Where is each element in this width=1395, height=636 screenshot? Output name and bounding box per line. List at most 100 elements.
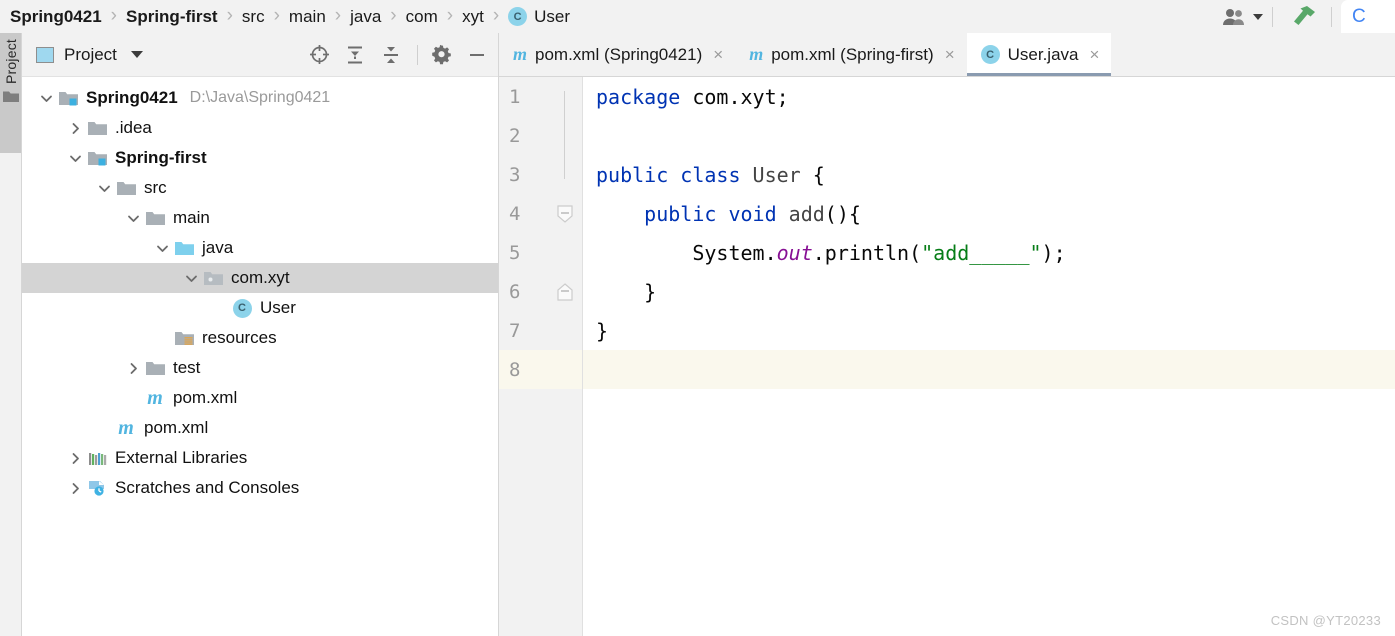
code-line[interactable]: System. out .println("add_____"); [583, 233, 1395, 272]
tree-node-resources[interactable]: resources [22, 323, 498, 353]
tree-node-src[interactable]: src [22, 173, 498, 203]
toolbar-divider [1272, 6, 1273, 27]
tree-node-label: Spring-first [115, 148, 207, 167]
breadcrumb-item-xyt[interactable]: xyt [460, 7, 486, 27]
chevron-down-icon[interactable] [36, 83, 56, 113]
breadcrumb-item-user[interactable]: C User [506, 7, 572, 27]
code-line[interactable]: public class User { [583, 155, 1395, 194]
close-icon[interactable]: × [945, 46, 955, 63]
editor-tab-pom-xml-spring0421-[interactable]: m pom.xml (Spring0421) × [499, 33, 736, 76]
tree-node-pom-xml[interactable]: m pom.xml [22, 383, 498, 413]
tree-arrow-spacer [123, 383, 143, 413]
code-token-kw: public class [596, 162, 753, 187]
class-icon: C [508, 7, 528, 26]
tree-node-pom-xml[interactable]: m pom.xml [22, 413, 498, 443]
chevron-down-icon-svg [40, 95, 52, 102]
breadcrumb-item-src[interactable]: src [240, 7, 267, 27]
editor-gutter[interactable]: 12345678 [499, 77, 583, 636]
editor-tab-pom-xml-spring-first-[interactable]: m pom.xml (Spring-first) × [735, 33, 967, 76]
stripe-button-project[interactable]: Project [0, 33, 21, 153]
tree-node-label: .idea [115, 118, 152, 137]
code-lines[interactable]: package com.xyt; public class User { pub… [583, 77, 1395, 636]
tree-node-label: java [202, 238, 234, 257]
chevron-down-icon-svg [127, 215, 139, 222]
chevron-down-icon[interactable] [152, 233, 172, 263]
close-icon[interactable]: × [1090, 46, 1100, 63]
folder-icon [116, 181, 136, 195]
panel-toolbar-divider [417, 44, 418, 65]
fold-collapse-end-icon[interactable] [556, 283, 574, 301]
breadcrumb-item-spring0421[interactable]: Spring0421 [8, 7, 104, 27]
code-line[interactable] [583, 116, 1395, 155]
locate-icon[interactable] [306, 42, 332, 68]
people-icon[interactable] [1222, 7, 1263, 27]
breadcrumb-separator: › [273, 5, 280, 26]
expand-all-icon[interactable] [342, 42, 368, 68]
breadcrumb-label: User [534, 6, 571, 26]
tree-node-spring-first[interactable]: Spring-first [22, 143, 498, 173]
fold-column[interactable] [548, 77, 582, 636]
editor-tab-user-java[interactable]: C User.java × [966, 33, 1112, 76]
chevron-right-icon[interactable] [65, 113, 85, 143]
fold-marker-svg [557, 205, 573, 223]
code-token-ident: User [752, 162, 813, 187]
chevron-down-icon[interactable] [130, 51, 143, 58]
fold-marker-svg [557, 283, 573, 301]
project-tree[interactable]: Spring0421 D:\Java\Spring0421 .idea Spring-… [22, 77, 498, 636]
maven-icon: m [147, 387, 163, 409]
tree-node-user[interactable]: C User [22, 293, 498, 323]
people-icon-svg [1223, 8, 1244, 25]
code-line[interactable] [583, 350, 1395, 389]
chevron-right-icon[interactable] [65, 443, 85, 473]
breadcrumb-item-spring-first[interactable]: Spring-first [124, 7, 220, 27]
code-line[interactable]: } [583, 311, 1395, 350]
breadcrumb-item-java[interactable]: java [348, 7, 383, 27]
libraries-icon [88, 452, 106, 465]
hide-icon[interactable] [464, 42, 490, 68]
tree-node-scratches-and-consoles[interactable]: Scratches and Consoles [22, 473, 498, 503]
code-editor[interactable]: 12345678 package com.xyt; public class U… [499, 77, 1395, 636]
chevron-right-icon[interactable] [123, 353, 143, 383]
class-icon: C [232, 298, 252, 318]
code-line[interactable]: package com.xyt; [583, 77, 1395, 116]
tree-node-label: pom.xml [144, 418, 209, 437]
breadcrumb-item-com[interactable]: com [404, 7, 440, 27]
toolbar-right-group: C [1222, 0, 1395, 33]
tree-node-external-libraries[interactable]: External Libraries [22, 443, 498, 473]
chevron-down-icon[interactable] [65, 143, 85, 173]
collapse-all-icon[interactable] [378, 42, 404, 68]
resources-folder-icon [172, 331, 196, 346]
tree-arrow-spacer [152, 323, 172, 353]
breadcrumb-item-main[interactable]: main [287, 7, 328, 27]
tree-node--idea[interactable]: .idea [22, 113, 498, 143]
breadcrumb-separator: › [446, 5, 454, 26]
tree-node-label: com.xyt [231, 268, 290, 287]
tree-node-main[interactable]: main [22, 203, 498, 233]
chevron-right-icon-svg [130, 362, 137, 374]
tree-node-test[interactable]: test [22, 353, 498, 383]
folder-icon [85, 121, 109, 136]
chevron-down-icon[interactable] [181, 263, 201, 293]
build-button[interactable] [1282, 4, 1322, 30]
code-line[interactable]: } [583, 272, 1395, 311]
tree-node-java[interactable]: java [22, 233, 498, 263]
fold-collapse-start-icon[interactable] [556, 205, 574, 223]
chevron-down-icon[interactable] [94, 173, 114, 203]
browser-tab-edge[interactable]: C [1341, 0, 1395, 33]
libraries-icon [85, 451, 109, 466]
chevron-right-icon[interactable] [65, 473, 85, 503]
close-icon[interactable]: × [713, 46, 723, 63]
tree-node-spring0421[interactable]: Spring0421 D:\Java\Spring0421 [22, 83, 498, 113]
tree-node-label: main [173, 208, 210, 227]
project-panel-title: Project [64, 44, 117, 64]
chevron-right-icon-svg [72, 122, 79, 134]
tree-node-com-xyt[interactable]: com.xyt [22, 263, 498, 293]
code-line[interactable]: public void add(){ [583, 194, 1395, 233]
code-token-plain: { [812, 162, 825, 187]
settings-gear-icon[interactable] [428, 42, 454, 68]
folder-icon [87, 121, 107, 135]
tree-arrow-spacer [94, 413, 114, 443]
breadcrumb-label: Spring0421 [10, 6, 102, 26]
chevron-down-icon[interactable] [123, 203, 143, 233]
